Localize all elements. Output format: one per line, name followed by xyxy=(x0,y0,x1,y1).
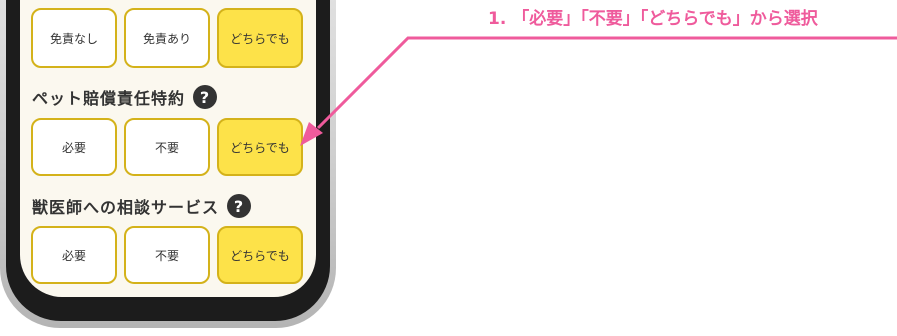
annotation-arrow xyxy=(300,36,897,146)
